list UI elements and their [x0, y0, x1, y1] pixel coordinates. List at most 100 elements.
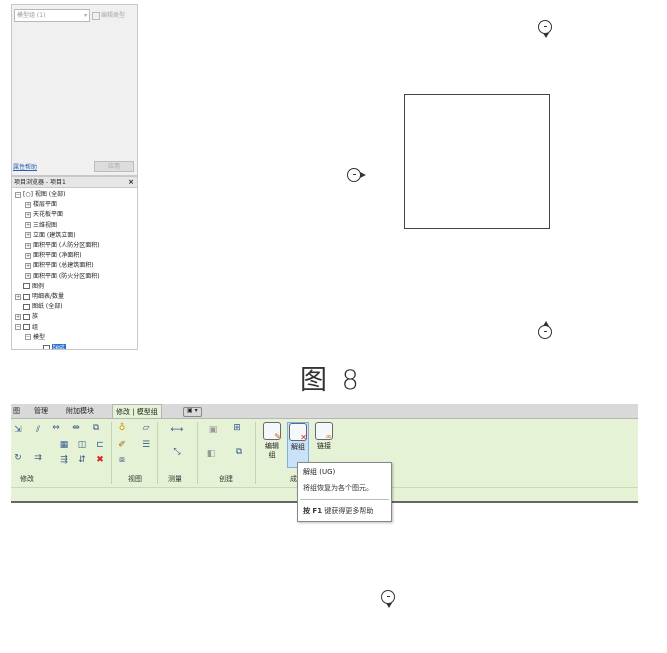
- browser-node-icon: [23, 313, 30, 320]
- collapse-icon[interactable]: −: [25, 334, 31, 341]
- browser-tree-item-label: 面积平面 (净面积): [33, 252, 82, 260]
- expand-icon[interactable]: +: [15, 293, 21, 300]
- expand-icon[interactable]: +: [25, 273, 31, 280]
- figure-caption: 图 8: [300, 365, 362, 396]
- browser-node-icon: [23, 283, 30, 290]
- ungroup-tooltip: 解组 (UG) 将组恢复为各个图元。 按 F1 键获得更多帮助: [297, 462, 392, 522]
- browser-tree-item-label: 三维视图: [33, 221, 58, 229]
- expand-icon[interactable]: +: [25, 252, 31, 259]
- tab-contextual-dropdown[interactable]: ▣ ▾: [183, 407, 202, 417]
- close-icon[interactable]: ×: [128, 177, 134, 188]
- browser-tree-item[interactable]: + 楼层平面: [25, 200, 57, 210]
- link-group-icon: [315, 422, 333, 441]
- offset-icon[interactable]: ⫽: [33, 425, 43, 435]
- type-selector[interactable]: 模型组 (1) ▾: [14, 9, 90, 22]
- tab-manage[interactable]: 管理: [34, 404, 48, 418]
- panel-label-modify: 修改: [20, 475, 34, 483]
- apply-button[interactable]: 应用: [94, 161, 134, 172]
- collapse-icon[interactable]: −: [15, 191, 21, 198]
- move-icon[interactable]: ⇶: [59, 455, 69, 465]
- split-icon[interactable]: ⧉: [91, 423, 101, 433]
- browser-tree-item-label: 组: [32, 323, 39, 331]
- tooltip-help-hint: 按 F1 键获得更多帮助: [303, 506, 373, 516]
- browser-tree-item[interactable]: + 明细表/数量: [15, 292, 64, 302]
- collapse-icon[interactable]: −: [15, 324, 21, 331]
- browser-tree-item-label: 模型: [33, 333, 46, 341]
- browser-tree-item[interactable]: + 立面 (建筑立面): [25, 231, 76, 241]
- browser-tree-item-label: [○] 视图 (全部): [23, 191, 66, 198]
- ungroup-icon: [289, 423, 307, 442]
- browser-node-icon: [23, 303, 30, 310]
- mirror-axis-icon[interactable]: ⇔: [51, 423, 61, 433]
- lightbulb-icon[interactable]: ♁: [117, 423, 127, 433]
- browser-tree-item[interactable]: 图纸 (全部): [15, 302, 63, 312]
- browser-tree-item-label: test: [52, 344, 66, 350]
- copy-icon[interactable]: ⇵: [77, 455, 87, 465]
- paint-brush-icon[interactable]: ✐: [117, 440, 127, 450]
- linework-icon[interactable]: ▱: [141, 423, 151, 433]
- model-group-rectangle[interactable]: [404, 94, 550, 229]
- tab-view-partial[interactable]: 图: [13, 404, 20, 418]
- properties-help-link[interactable]: 属性帮助: [13, 162, 37, 171]
- browser-tree-item[interactable]: + 面积平面 (总建筑面积): [25, 261, 94, 271]
- browser-tree-item-label: 楼层平面: [33, 201, 58, 209]
- project-browser: 项目浏览器 - 项目1 × − [○] 视图 (全部) + 楼层平面 + 天花板平面 + 三维…: [11, 176, 138, 350]
- scale-icon[interactable]: ◫: [77, 440, 87, 450]
- measure-distance-icon[interactable]: ⟷: [165, 425, 189, 435]
- lineweight-icon[interactable]: ☰: [141, 440, 151, 450]
- ungroup-label: 解组: [291, 443, 305, 451]
- expand-icon[interactable]: +: [15, 313, 21, 320]
- elevation-marker-icon[interactable]: [381, 590, 395, 608]
- cut-profile-icon[interactable]: ⧈: [117, 455, 127, 465]
- tab-modify-model-group[interactable]: 修改 | 模型组: [112, 404, 162, 418]
- project-browser-header: 项目浏览器 - 项目1 ×: [12, 177, 137, 188]
- panel-separator: [157, 422, 158, 484]
- browser-tree-item[interactable]: test: [35, 343, 66, 350]
- pin-icon[interactable]: ⊏: [95, 440, 105, 450]
- browser-tree-item[interactable]: − 组: [15, 323, 38, 333]
- array-icon[interactable]: ▦: [59, 440, 69, 450]
- align-icon[interactable]: ⇲: [13, 425, 23, 435]
- expand-icon[interactable]: +: [25, 222, 31, 229]
- browser-tree-item[interactable]: − [○] 视图 (全部): [15, 190, 65, 200]
- browser-tree-item-label: 立面 (建筑立面): [33, 231, 76, 239]
- browser-tree-item[interactable]: + 天花板平面: [25, 210, 63, 220]
- expand-icon[interactable]: +: [25, 262, 31, 269]
- browser-tree-item[interactable]: + 面积平面 (净面积): [25, 251, 82, 261]
- delete-icon[interactable]: ✖: [95, 455, 105, 465]
- create-similar-icon[interactable]: ◧: [203, 449, 219, 465]
- create-group-icon[interactable]: ⊞: [229, 423, 245, 439]
- create-part-icon[interactable]: ▣: [205, 425, 221, 441]
- browser-tree-item[interactable]: + 族: [15, 312, 38, 322]
- create-assembly-icon[interactable]: ⧉: [231, 447, 247, 463]
- elevation-marker-icon[interactable]: [538, 20, 552, 38]
- elevation-marker-icon[interactable]: [347, 168, 366, 182]
- edit-group-button[interactable]: 编辑 组: [261, 422, 283, 468]
- trim-icon[interactable]: ⇉: [33, 453, 43, 463]
- browser-tree-item-label: 图例: [32, 282, 45, 290]
- tab-addins[interactable]: 附加模块: [66, 404, 94, 418]
- elevation-marker-icon[interactable]: [538, 321, 552, 339]
- browser-tree-item-label: 图纸 (全部): [32, 303, 63, 311]
- tooltip-help-key: 按 F1: [303, 507, 323, 515]
- expand-icon[interactable]: +: [25, 242, 31, 249]
- browser-tree-item[interactable]: + 三维视图: [25, 221, 57, 231]
- panel-label-create: 创建: [219, 475, 233, 483]
- panel-separator: [255, 422, 256, 484]
- dimension-icon[interactable]: ⤡: [165, 447, 189, 457]
- browser-tree-item[interactable]: + 面积平面 (防火分区面积): [25, 272, 100, 282]
- expand-icon[interactable]: +: [25, 232, 31, 239]
- browser-tree-item[interactable]: 图例: [15, 282, 44, 292]
- browser-tree-item-label: 明细表/数量: [32, 293, 65, 300]
- tooltip-title: 解组 (UG): [303, 468, 336, 476]
- mirror-draw-icon[interactable]: ⇹: [71, 423, 81, 433]
- expand-icon[interactable]: +: [25, 211, 31, 218]
- expand-icon[interactable]: +: [25, 201, 31, 208]
- panel-label-view: 视图: [128, 475, 142, 483]
- browser-tree-item-label: 面积平面 (防火分区面积): [33, 272, 100, 280]
- browser-tree-item[interactable]: + 面积平面 (人防分区面积): [25, 241, 100, 251]
- edit-type-icon: [92, 11, 100, 20]
- browser-tree-item[interactable]: − 模型: [25, 333, 45, 343]
- rotate-icon[interactable]: ↻: [13, 453, 23, 463]
- edit-type-button[interactable]: 编辑类型: [92, 9, 125, 22]
